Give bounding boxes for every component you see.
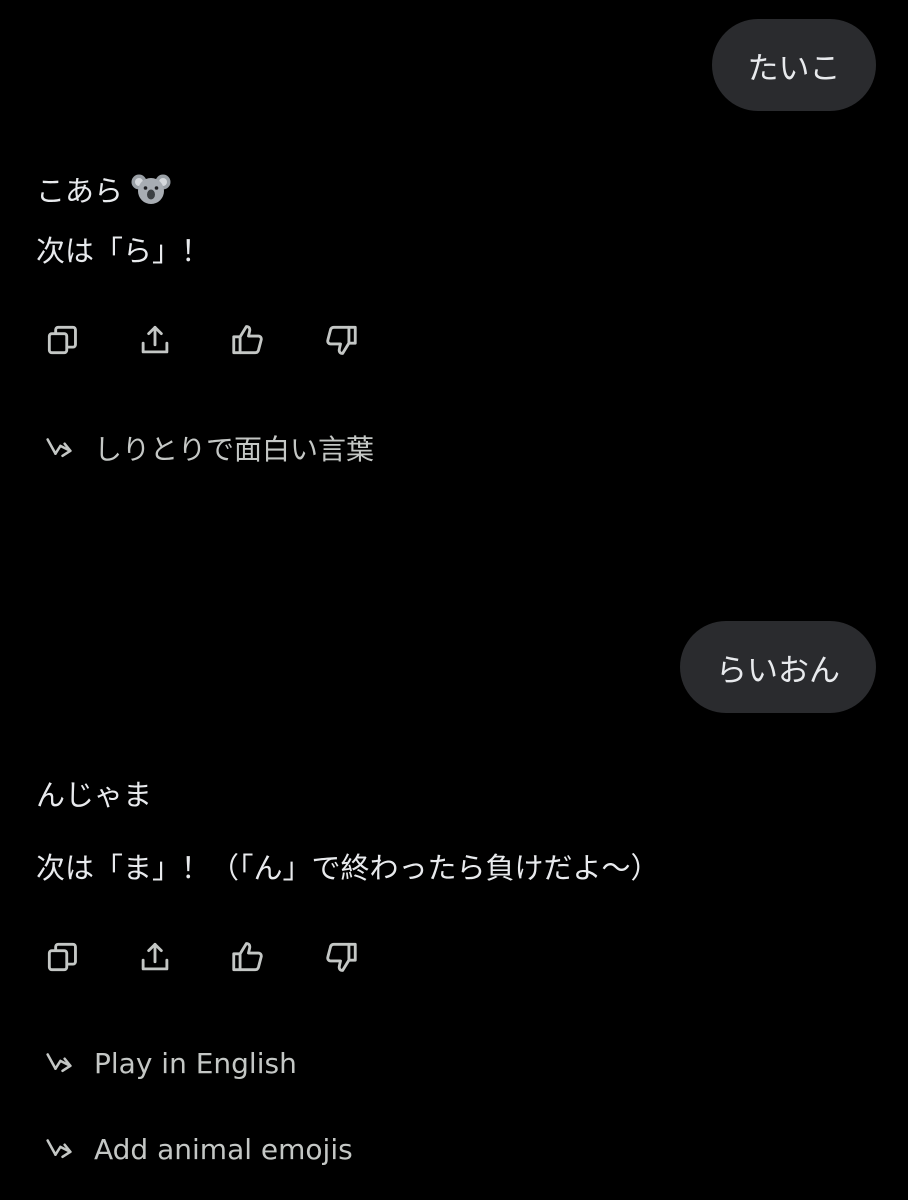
user-message-text: らいおん	[716, 652, 840, 689]
thumbs-up-button[interactable]	[228, 320, 268, 360]
user-message-bubble[interactable]: たいこ	[712, 19, 876, 111]
share-button[interactable]	[135, 937, 175, 977]
thumbs-down-icon	[326, 325, 357, 355]
copy-icon	[47, 325, 77, 355]
suggestion-label: Play in English	[94, 1046, 297, 1080]
response-actions	[42, 320, 414, 360]
suggestion-arrow-icon	[46, 1053, 72, 1073]
reply-next-text: 次は「ら」！	[36, 234, 211, 268]
thumbs-down-button[interactable]	[321, 320, 361, 360]
reply-word-text: んじゃま	[36, 778, 153, 812]
koala-icon	[131, 171, 171, 214]
suggestion-arrow-icon	[46, 438, 72, 458]
response-actions	[42, 937, 414, 977]
thumbs-up-icon	[232, 325, 263, 355]
user-message-bubble[interactable]: らいおん	[680, 621, 876, 713]
reply-next-text: 次は「ま」！（「ん」で終わったら負けだよ〜）	[36, 851, 660, 885]
reply-word-text: こあら	[36, 174, 124, 208]
suggestion-chip[interactable]: Play in English	[42, 1046, 297, 1080]
copy-icon	[47, 942, 77, 972]
share-button[interactable]	[135, 320, 175, 360]
share-icon	[141, 942, 169, 971]
thumbs-down-icon	[326, 942, 357, 972]
thumbs-up-button[interactable]	[228, 937, 268, 977]
reply-line-word: こあら	[36, 168, 171, 214]
copy-button[interactable]	[42, 937, 82, 977]
user-message-text: たいこ	[747, 50, 841, 87]
suggestion-label: Add animal emojis	[94, 1132, 353, 1166]
thumbs-up-icon	[232, 942, 263, 972]
copy-button[interactable]	[42, 320, 82, 360]
suggestion-label: しりとりで面白い言葉	[94, 433, 375, 466]
thumbs-down-button[interactable]	[321, 937, 361, 977]
suggestion-chip[interactable]: しりとりで面白い言葉	[42, 428, 374, 468]
suggestion-chip[interactable]: Add animal emojis	[42, 1132, 353, 1166]
share-icon	[141, 325, 169, 354]
suggestion-arrow-icon	[46, 1139, 72, 1159]
